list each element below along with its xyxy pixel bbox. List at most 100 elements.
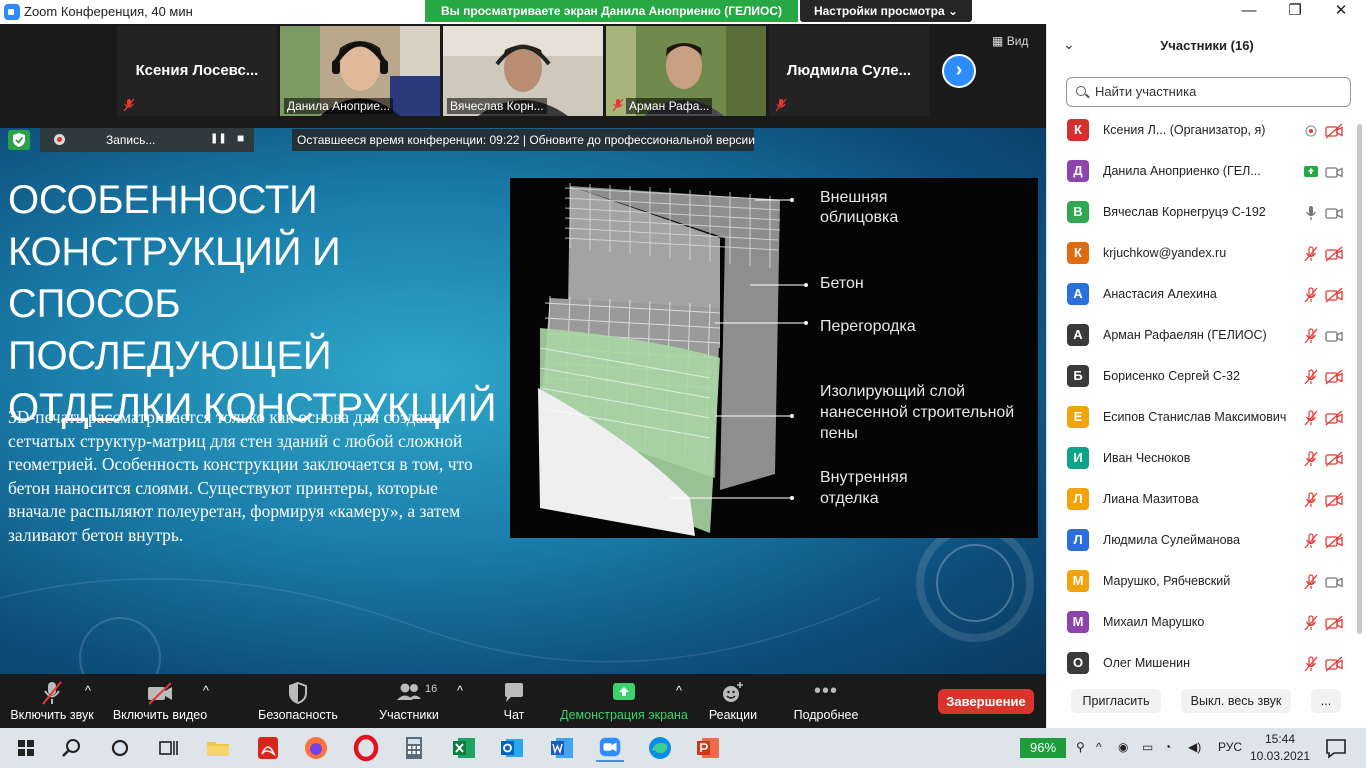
stop-recording-button[interactable]: ■ [237, 131, 244, 145]
participant-row[interactable]: Б Борисенко Сергей С-32 [1047, 357, 1366, 398]
participant-row[interactable]: М Михаил Марушко [1047, 603, 1366, 644]
mic-muted-icon[interactable] [1303, 369, 1319, 385]
mic-muted-icon[interactable] [1303, 492, 1319, 508]
more-options-button[interactable]: ... [1311, 689, 1341, 713]
camera-icon[interactable] [1325, 574, 1343, 590]
camera-icon[interactable] [1325, 328, 1343, 344]
firefox-icon[interactable] [302, 734, 330, 762]
pause-recording-button[interactable]: ❚❚ [210, 133, 227, 144]
start-video-button[interactable]: Включить видео [112, 680, 208, 726]
volume-icon[interactable]: ◀) [1188, 740, 1201, 754]
word-icon[interactable] [548, 734, 576, 762]
mic-muted-icon[interactable] [1303, 328, 1319, 344]
video-tile[interactable]: Арман Рафа... [606, 26, 766, 116]
mic-muted-icon[interactable] [1303, 246, 1319, 262]
participant-row[interactable]: Л Лиана Мазитова [1047, 480, 1366, 521]
camera-icon[interactable] [1325, 164, 1343, 180]
participant-row[interactable]: И Иван Чесноков [1047, 439, 1366, 480]
participant-avatar: Л [1067, 488, 1089, 510]
end-meeting-button[interactable]: Завершение [938, 689, 1034, 714]
invite-button[interactable]: Пригласить [1071, 689, 1161, 713]
close-button[interactable]: ✕ [1318, 0, 1364, 24]
opera-icon[interactable] [352, 734, 380, 762]
participant-row[interactable]: Л Людмила Сулейманова [1047, 521, 1366, 562]
camera-off-icon[interactable] [1325, 369, 1343, 385]
video-options-chevron-icon[interactable]: ^ [203, 684, 209, 730]
notifications-icon[interactable] [1322, 734, 1350, 762]
participant-row[interactable]: В Вячеслав Корнегруцэ С-192 [1047, 193, 1366, 234]
mic-muted-icon[interactable] [1303, 574, 1319, 590]
mic-icon[interactable] [1303, 205, 1319, 221]
camera-off-icon[interactable] [1325, 287, 1343, 303]
video-tile-active-speaker[interactable]: Данила Аноприе... [280, 26, 440, 116]
share-options-chevron-icon[interactable]: ^ [676, 684, 682, 730]
participant-row[interactable]: Д Данила Аноприенко (ГЕЛ... [1047, 152, 1366, 193]
participants-scrollbar[interactable] [1357, 124, 1362, 634]
video-tile[interactable]: Ксения Лосевс... [117, 26, 277, 116]
search-participant-input[interactable]: Найти участника [1066, 77, 1351, 107]
acrobat-reader-icon[interactable] [254, 734, 282, 762]
taskbar-clock[interactable]: 15:44 10.03.2021 [1250, 731, 1310, 765]
screen-share-icon[interactable] [1303, 164, 1319, 180]
search-icon[interactable] [58, 734, 86, 762]
security-shield-icon[interactable] [8, 130, 30, 150]
camera-off-icon[interactable] [1325, 246, 1343, 262]
camera-off-icon[interactable] [1325, 615, 1343, 631]
participants-options-chevron-icon[interactable]: ^ [457, 684, 463, 730]
wifi-icon[interactable]: ◔ [1164, 740, 1171, 754]
camera-off-icon[interactable] [1325, 410, 1343, 426]
chat-button[interactable]: Чат [494, 680, 534, 726]
task-view-icon[interactable] [154, 734, 182, 762]
participant-row[interactable]: А Арман Рафаелян (ГЕЛИОС) [1047, 316, 1366, 357]
participant-row[interactable]: О Олег Мишенин [1047, 644, 1366, 678]
minimize-button[interactable]: — [1226, 0, 1272, 24]
camera-off-icon[interactable] [1325, 656, 1343, 672]
participant-row[interactable]: А Анастасия Алехина [1047, 275, 1366, 316]
mic-muted-icon[interactable] [1303, 533, 1319, 549]
excel-icon[interactable] [450, 734, 478, 762]
camera-off-icon[interactable] [1325, 123, 1343, 139]
mic-muted-icon[interactable] [1303, 615, 1319, 631]
battery-percentage[interactable]: 96% [1020, 738, 1066, 758]
sync-status-icon[interactable]: ◉ [1118, 740, 1128, 754]
shield-icon [289, 681, 307, 705]
meeting-time-remaining-banner[interactable]: Оставшееся время конференции: 09:22 | Об… [292, 129, 755, 151]
file-explorer-icon[interactable] [204, 734, 232, 762]
camera-off-icon[interactable] [1325, 533, 1343, 549]
view-options-button[interactable]: Настройки просмотра ⌄ [800, 0, 972, 22]
usb-icon[interactable]: ⚲ [1076, 740, 1085, 754]
outlook-icon[interactable] [498, 734, 526, 762]
view-button[interactable]: ▦ Вид [992, 34, 1028, 48]
next-page-arrow-icon[interactable]: › [942, 54, 976, 88]
windows-start-icon[interactable] [12, 734, 40, 762]
mic-muted-icon[interactable] [1303, 287, 1319, 303]
cortana-icon[interactable] [106, 734, 134, 762]
camera-off-icon[interactable] [1325, 451, 1343, 467]
security-button[interactable]: Безопасность [256, 680, 340, 726]
more-button[interactable]: ••• Подробнее [778, 680, 874, 726]
zoom-icon[interactable] [596, 734, 624, 762]
participant-row[interactable]: Е Есипов Станислав Максимович [1047, 398, 1366, 439]
edge-icon[interactable] [646, 734, 674, 762]
recording-icon[interactable] [1303, 123, 1319, 139]
camera-off-icon[interactable] [1325, 492, 1343, 508]
share-screen-button[interactable]: Демонстрация экрана [560, 680, 688, 726]
audio-options-chevron-icon[interactable]: ^ [85, 684, 91, 730]
calculator-icon[interactable] [400, 734, 428, 762]
camera-icon[interactable] [1325, 205, 1343, 221]
maximize-button[interactable]: ❐ [1272, 0, 1318, 24]
participant-row[interactable]: К Ксения Л... (Организатор, я) [1047, 111, 1366, 152]
mute-all-button[interactable]: Выкл. весь звук [1181, 689, 1291, 713]
show-hidden-icons-chevron-icon[interactable]: ^ [1096, 740, 1102, 754]
participant-row[interactable]: М Марушко, Рябчевский [1047, 562, 1366, 603]
battery-icon[interactable]: ▭ [1142, 740, 1153, 754]
participant-row[interactable]: Кkrjuchkow@yandex.ru [1047, 234, 1366, 275]
video-tile[interactable]: Вячеслав Корн... [443, 26, 603, 116]
reactions-button[interactable]: Реакции [706, 680, 760, 726]
mic-muted-icon[interactable] [1303, 656, 1319, 672]
mic-muted-icon[interactable] [1303, 451, 1319, 467]
mic-muted-icon[interactable] [1303, 410, 1319, 426]
video-tile[interactable]: Людмила Суле... [769, 26, 929, 116]
powerpoint-icon[interactable] [694, 734, 722, 762]
language-indicator[interactable]: РУС [1218, 740, 1242, 754]
